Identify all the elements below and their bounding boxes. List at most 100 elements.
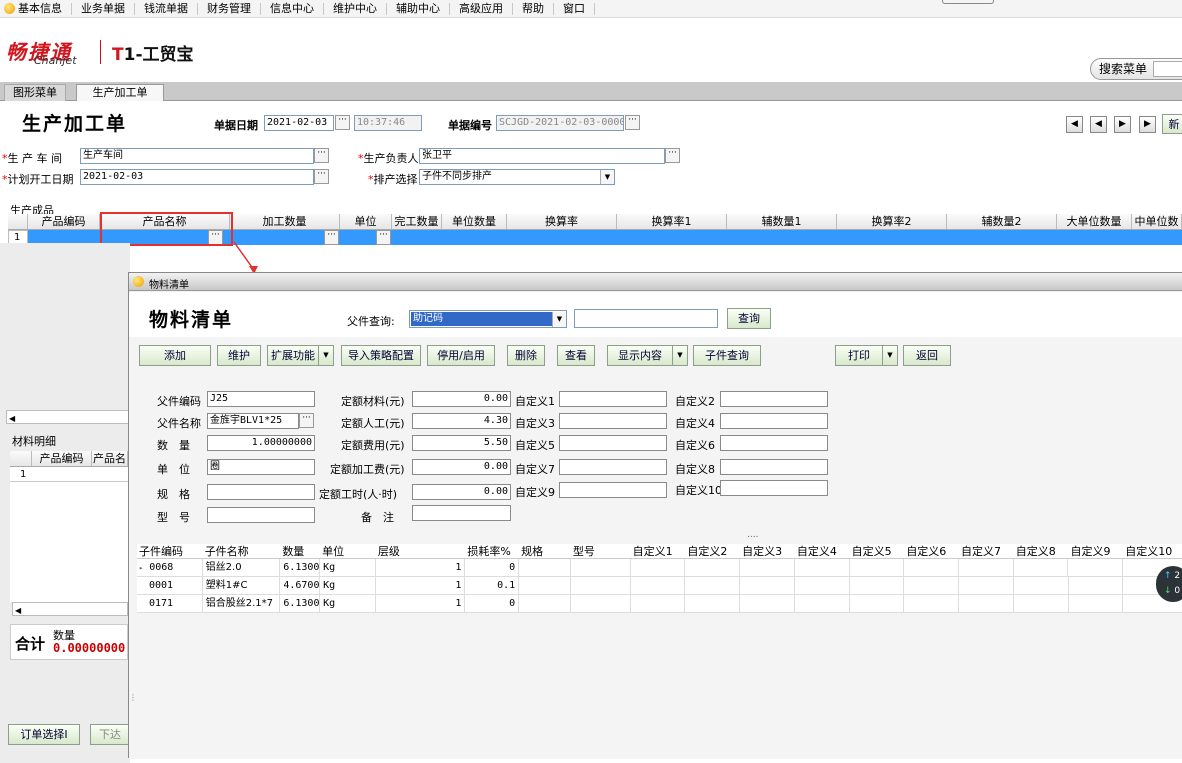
menu-business[interactable]: 业务单据 bbox=[72, 2, 135, 15]
search-menu-input[interactable] bbox=[1153, 61, 1182, 77]
menu-assist[interactable]: 辅助中心 bbox=[387, 2, 450, 15]
unit-field[interactable]: 圈 bbox=[207, 459, 315, 475]
cell-qty[interactable]: 4.67000 bbox=[280, 577, 321, 594]
col-aux-qty2[interactable]: 辅数量2 bbox=[947, 214, 1057, 229]
col-custom8[interactable]: 自定义8 bbox=[1014, 544, 1069, 558]
cell-custom[interactable] bbox=[631, 595, 686, 612]
child-query-button[interactable]: 子件查询 bbox=[693, 345, 761, 366]
display-dropdown-icon[interactable]: ▼ bbox=[673, 345, 688, 366]
plan-date-field[interactable]: 2021-02-03 bbox=[80, 169, 314, 185]
model-field[interactable] bbox=[207, 507, 315, 523]
col-child-code[interactable]: 子件编码 bbox=[137, 544, 203, 558]
scroll-left-icon[interactable]: ◀ bbox=[13, 606, 21, 615]
cell-loss[interactable]: 0 bbox=[465, 559, 520, 576]
date-picker-button[interactable]: ··· bbox=[335, 115, 350, 130]
view-button[interactable]: 查看 bbox=[557, 345, 595, 366]
menu-window[interactable]: 窗口 bbox=[554, 2, 595, 15]
col-custom9[interactable]: 自定义9 bbox=[1069, 544, 1124, 558]
note-field[interactable] bbox=[412, 505, 511, 521]
col-rate1[interactable]: 换算率1 bbox=[617, 214, 727, 229]
col-mat-name[interactable]: 产品名 bbox=[92, 451, 128, 466]
cell-model[interactable] bbox=[571, 595, 631, 612]
first-record-icon[interactable]: ◀ bbox=[1066, 116, 1083, 133]
date-field[interactable]: 2021-02-03 bbox=[264, 115, 334, 131]
parent-query-input[interactable] bbox=[574, 309, 718, 328]
unit-lookup[interactable]: ··· bbox=[376, 230, 391, 245]
custom10-field[interactable] bbox=[720, 480, 828, 496]
col-unit[interactable]: 单位 bbox=[320, 544, 376, 558]
print-dropdown-icon[interactable]: ▼ bbox=[883, 345, 898, 366]
cell-spec[interactable] bbox=[519, 577, 571, 594]
parent-name-field[interactable]: 金旌宇BLV1*25 bbox=[207, 413, 299, 429]
custom2-field[interactable] bbox=[720, 391, 828, 407]
workshop-field[interactable]: 生产车间 bbox=[80, 148, 314, 164]
import-config-button[interactable]: 导入策略配置 bbox=[341, 345, 421, 366]
h-scrollbar[interactable]: ◀ bbox=[6, 410, 130, 424]
display-button[interactable]: 显示内容 bbox=[607, 345, 673, 366]
cell-custom[interactable] bbox=[904, 595, 960, 612]
col-custom5[interactable]: 自定义5 bbox=[850, 544, 905, 558]
cell-custom[interactable] bbox=[850, 559, 905, 576]
qty-lookup[interactable]: ··· bbox=[324, 230, 339, 245]
cell-child-name[interactable]: 铝合股丝2.1*7 bbox=[203, 595, 281, 612]
col-large-unit-qty[interactable]: 大单位数量 bbox=[1057, 214, 1132, 229]
cell-child-code[interactable]: 0171 bbox=[137, 595, 203, 612]
extend-dropdown-icon[interactable]: ▼ bbox=[319, 345, 334, 366]
cell-level[interactable]: 1 bbox=[376, 595, 466, 612]
labor-cost-field[interactable]: 4.30 bbox=[412, 413, 511, 429]
cell-custom[interactable] bbox=[1014, 577, 1069, 594]
toggle-button[interactable]: 停用/启用 bbox=[427, 345, 495, 366]
push-button[interactable]: 下达 bbox=[90, 724, 130, 745]
parent-code-field[interactable]: J25 bbox=[207, 391, 315, 407]
col-process-qty[interactable]: 加工数量 bbox=[230, 214, 340, 229]
cell-custom[interactable] bbox=[1068, 559, 1124, 576]
col-mat-code[interactable]: 产品编码 bbox=[32, 451, 92, 466]
menu-maintenance[interactable]: 维护中心 bbox=[324, 2, 387, 15]
col-product-code[interactable]: 产品编码 bbox=[28, 214, 100, 229]
cell-custom[interactable] bbox=[631, 577, 686, 594]
cell-custom[interactable] bbox=[850, 595, 905, 612]
cell-qty[interactable]: 6.13000 bbox=[280, 559, 321, 576]
cell-model[interactable] bbox=[571, 559, 631, 576]
cell-custom[interactable] bbox=[685, 577, 741, 594]
schedule-select[interactable]: 子件不同步排产 ▼ bbox=[419, 169, 615, 185]
cell-unit[interactable]: Kg bbox=[320, 595, 376, 612]
col-model[interactable]: 型号 bbox=[571, 544, 631, 558]
custom3-field[interactable] bbox=[559, 413, 667, 429]
col-child-name[interactable]: 子件名称 bbox=[203, 544, 281, 558]
col-custom1[interactable]: 自定义1 bbox=[631, 544, 686, 558]
cell-level[interactable]: 1 bbox=[376, 559, 466, 576]
cell-level[interactable]: 1 bbox=[376, 577, 466, 594]
cell-custom[interactable] bbox=[1069, 577, 1124, 594]
table-row[interactable]: 0001 塑料1#C 4.67000 Kg 1 0.1 bbox=[137, 577, 1182, 595]
qty-field[interactable]: 1.00000000 bbox=[207, 435, 315, 451]
cell-custom[interactable] bbox=[904, 577, 960, 594]
cell-loss[interactable]: 0 bbox=[465, 595, 520, 612]
cell-custom[interactable] bbox=[1014, 595, 1069, 612]
cell-custom[interactable] bbox=[685, 595, 741, 612]
menu-info-center[interactable]: 信息中心 bbox=[261, 2, 324, 15]
docno-button[interactable]: ··· bbox=[625, 115, 640, 130]
col-spec[interactable]: 规格 bbox=[519, 544, 571, 558]
cell-custom[interactable] bbox=[1069, 595, 1124, 612]
proc-cost-field[interactable]: 0.00 bbox=[412, 459, 511, 475]
cell-loss[interactable]: 0.1 bbox=[465, 577, 520, 594]
menu-finance[interactable]: 财务管理 bbox=[198, 2, 261, 15]
tab-graphic-menu[interactable]: 图形菜单 bbox=[4, 84, 66, 101]
col-loss[interactable]: 损耗率% bbox=[465, 544, 519, 558]
search-menu[interactable]: 搜索菜单 bbox=[1090, 58, 1182, 80]
col-custom6[interactable]: 自定义6 bbox=[904, 544, 959, 558]
col-unit[interactable]: 单位 bbox=[340, 214, 392, 229]
manager-field[interactable]: 张卫平 bbox=[419, 148, 665, 164]
custom7-field[interactable] bbox=[559, 459, 667, 475]
cell-custom[interactable] bbox=[795, 577, 850, 594]
spec-field[interactable] bbox=[207, 484, 315, 500]
custom5-field[interactable] bbox=[559, 435, 667, 451]
custom1-field[interactable] bbox=[559, 391, 667, 407]
cell-spec[interactable] bbox=[519, 595, 571, 612]
cell-spec[interactable] bbox=[519, 559, 571, 576]
exp-cost-field[interactable]: 5.50 bbox=[412, 435, 511, 451]
cell-qty[interactable]: 6.13000 bbox=[280, 595, 321, 612]
col-custom2[interactable]: 自定义2 bbox=[685, 544, 740, 558]
top-button[interactable] bbox=[942, 0, 994, 4]
